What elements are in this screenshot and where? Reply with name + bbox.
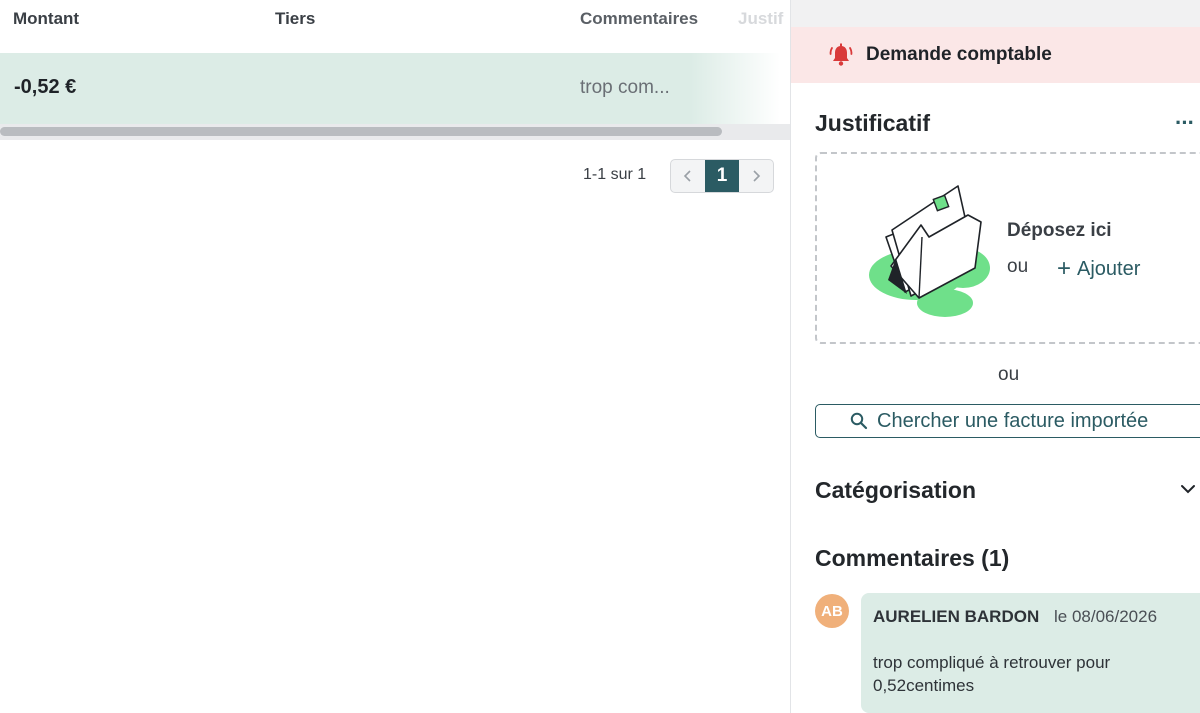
alert-title: Demande comptable [866,44,1052,65]
justificatif-title: Justificatif [815,110,931,136]
file-dropzone[interactable]: Déposez ici ou + Ajouter [815,152,1200,344]
or-separator: ou [998,364,1020,385]
column-header-justificatif[interactable]: Justif [738,9,783,29]
panel-top-bar [791,0,1200,27]
amount-cell: -0,52 € [14,76,77,98]
search-icon [850,412,868,430]
row-fade-overlay [690,53,790,124]
comment-body: trop compliqué à retrouver pour 0,52cent… [873,653,1111,695]
pagination: 1 [670,159,774,193]
document-upload-illustration [869,185,990,317]
column-header-tiers[interactable]: Tiers [275,9,315,29]
transactions-table: Montant Tiers Commentaires Justif -0,52 … [0,0,790,713]
categorisation-title[interactable]: Catégorisation [815,477,976,504]
search-invoice-button[interactable]: Chercher une facture importée [815,404,1200,438]
page-button-current[interactable]: 1 [705,160,739,192]
add-file-button[interactable]: + Ajouter [1057,254,1140,282]
chevron-left-icon [683,170,691,182]
horizontal-scrollbar[interactable] [0,124,790,140]
search-invoice-label: Chercher une facture importée [877,410,1149,432]
accounting-request-banner[interactable]: Demande comptable [791,27,1200,83]
dropzone-text: Déposez ici [1007,220,1112,241]
prev-page-button[interactable] [671,160,705,192]
avatar: AB [815,594,849,628]
comments-title: Commentaires (1) [815,545,1010,571]
chevron-down-icon[interactable] [1179,480,1197,498]
plus-icon: + [1057,255,1072,282]
more-options-button[interactable]: ··· [1175,110,1195,136]
bell-alert-icon [829,43,853,66]
dropzone-or: ou [1007,256,1029,277]
next-page-button[interactable] [739,160,773,192]
comment-author: AURELIEN BARDON [873,607,1040,626]
scrollbar-thumb[interactable] [0,127,722,136]
transaction-detail-panel: Demande comptable Justificatif ··· Dépos… [790,0,1200,713]
comment-date: le 08/06/2026 [1054,607,1158,626]
table-row[interactable]: -0,52 € trop com... [0,53,790,124]
column-header-commentaires[interactable]: Commentaires [580,9,698,29]
add-file-label: Ajouter [1077,258,1141,280]
comment-bubble: AURELIEN BARDON le 08/06/2026 trop compl… [861,593,1200,713]
column-header-montant[interactable]: Montant [13,9,79,29]
pagination-info: 1-1 sur 1 [583,166,647,183]
comment-cell: trop com... [580,77,670,98]
chevron-right-icon [753,170,761,182]
